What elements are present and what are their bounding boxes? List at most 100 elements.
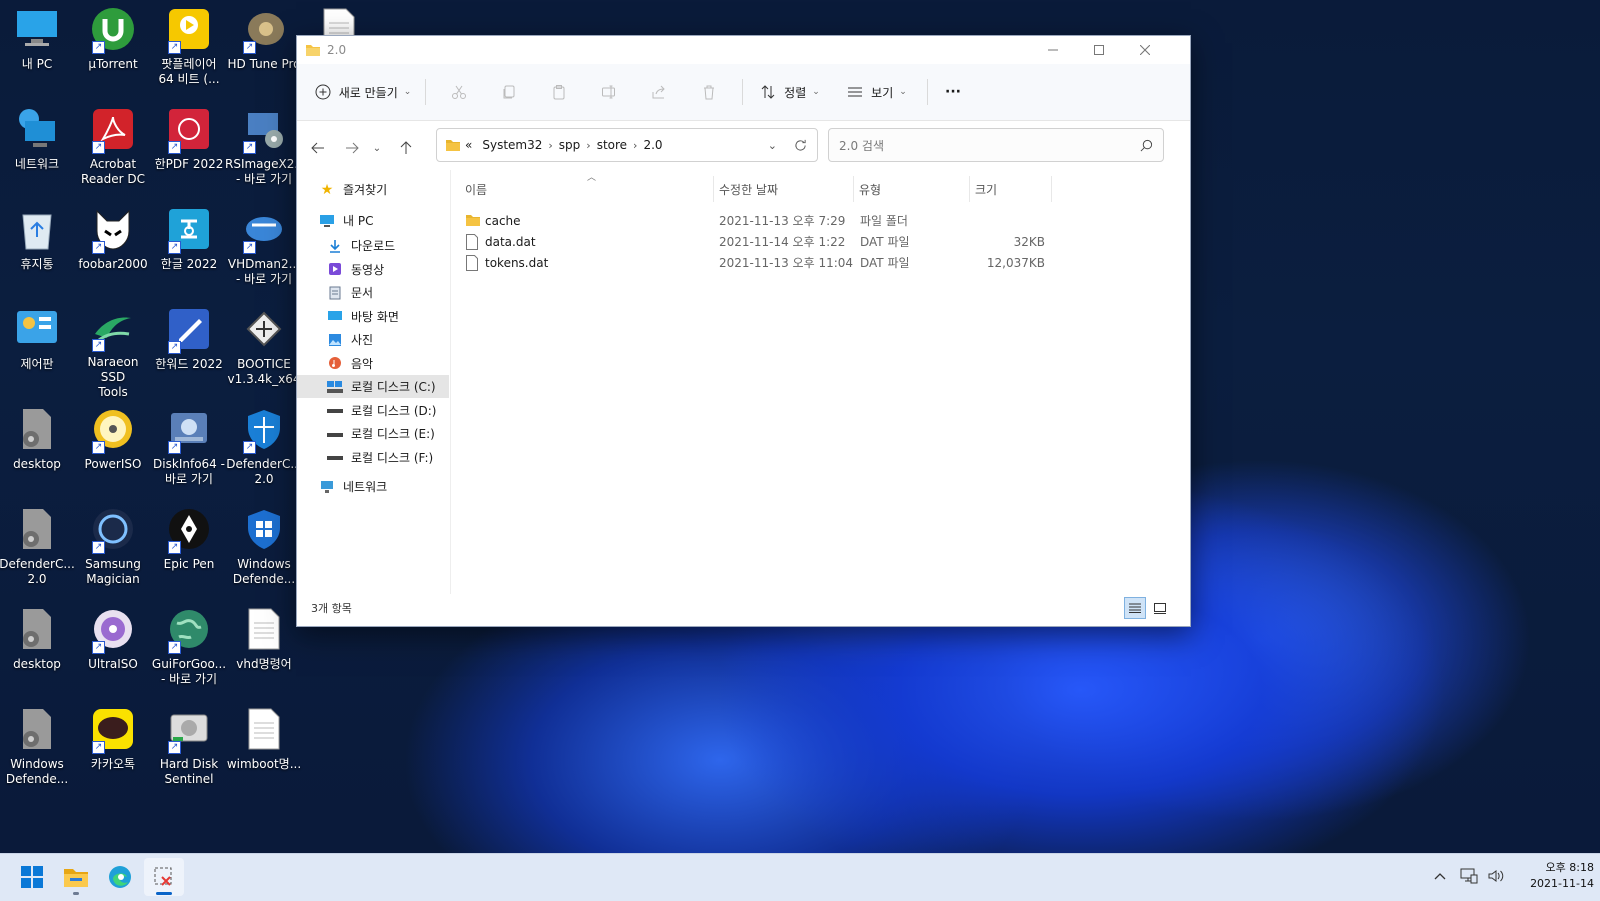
up-button[interactable] (391, 133, 421, 163)
ultraiso-icon: ↗ (90, 606, 136, 654)
start-button[interactable] (12, 858, 52, 896)
clock[interactable]: 오후 8:18 2021-11-14 (1514, 860, 1594, 892)
desktop-icon[interactable]: ↗ 한PDF 2022 (152, 100, 226, 196)
sidebar-item[interactable]: 다운로드 (297, 234, 449, 257)
desktop-icon[interactable]: ↗ µTorrent (76, 0, 150, 96)
desktop-icon[interactable]: ↗ Epic Pen (152, 500, 226, 596)
address-history-dropdown[interactable]: ⌄ (768, 139, 777, 152)
desktop-icon[interactable]: BOOTICE v1.3.4k_x64 (227, 300, 301, 396)
desktop-icon[interactable]: ↗ HD Tune Pro (227, 0, 301, 96)
desktop-icon[interactable]: 제어판 (0, 300, 74, 396)
desktop-icon[interactable]: 네트워크 (0, 100, 74, 196)
close-button[interactable] (1122, 36, 1168, 64)
taskbar-snipping-tool[interactable] (144, 858, 184, 896)
breadcrumb-item[interactable]: 2.0 (643, 138, 662, 152)
sidebar-item[interactable]: 음악 (297, 352, 449, 375)
desktop-icon-label: DiskInfo64 - 바로 가기 (153, 457, 225, 486)
address-bar[interactable]: « System32 › spp › store › 2.0 ⌄ (436, 128, 818, 162)
sidebar-item[interactable]: 로컬 디스크 (C:) (297, 375, 449, 398)
sidebar-item[interactable]: 로컬 디스크 (F:) (297, 446, 449, 469)
sidebar-item-label: 로컬 디스크 (D:) (351, 403, 437, 418)
desktop-icon[interactable]: ↗ 한글 2022 (152, 200, 226, 296)
sidebar-item-network[interactable]: 네트워크 (297, 475, 471, 498)
sidebar-item[interactable]: 문서 (297, 281, 449, 304)
search-input[interactable]: 2.0 검색 (839, 137, 884, 154)
sort-button[interactable]: 정렬 ⌄ (753, 76, 827, 108)
copy-button[interactable] (486, 76, 532, 108)
sidebar-item[interactable]: 로컬 디스크 (D:) (297, 399, 449, 422)
rename-button[interactable] (586, 76, 632, 108)
sidebar-item[interactable]: 동영상 (297, 258, 449, 281)
desktop-icon[interactable]: ↗ Acrobat Reader DC (76, 100, 150, 196)
breadcrumb-item[interactable]: store (597, 138, 627, 152)
paste-button[interactable] (536, 76, 582, 108)
recent-locations-button[interactable]: ⌄ (367, 133, 387, 163)
desktop-icon[interactable]: Windows Defende... (0, 700, 74, 796)
desktop-icon[interactable]: ↗ DefenderC... 2.0 (226, 400, 302, 496)
desktop-icon[interactable]: ↗ 팟플레이어 64 비트 (... (152, 0, 226, 96)
arrow-right-icon (346, 142, 359, 154)
desktop-icon[interactable]: ↗ Naraeon SSD Tools (76, 300, 150, 399)
maximize-button[interactable] (1076, 36, 1122, 64)
desktop-icon[interactable]: Windows Defende... (227, 500, 301, 596)
desktop-icon[interactable]: ↗ VHDman2... - 바로 가기 (227, 200, 301, 296)
scissors-icon (452, 85, 466, 99)
column-header-name[interactable]: 이름 ︿ (465, 173, 714, 202)
show-hidden-icons-button[interactable] (1432, 868, 1448, 884)
desktop-icon[interactable]: wimboot명... (227, 700, 301, 796)
details-view-button[interactable] (1124, 597, 1146, 619)
folder-icon (465, 213, 481, 230)
diskinfo-icon: ↗ (166, 406, 212, 454)
file-row[interactable]: tokens.dat 2021-11-13 오후 11:04 DAT 파일 12,03… (465, 252, 1045, 273)
desktop-icon-label: wimboot명... (226, 757, 302, 771)
desktop-icon[interactable]: vhd명령어 (227, 600, 301, 696)
desktop-icon[interactable]: ↗ 한워드 2022 (152, 300, 226, 396)
column-header-date[interactable]: 수정한 날짜 (719, 176, 854, 202)
sidebar-item-this-pc[interactable]: 내 PC (297, 209, 471, 232)
view-button[interactable]: 보기 ⌄ (837, 76, 917, 108)
desktop-icon[interactable]: ↗ DiskInfo64 - 바로 가기 (152, 400, 226, 496)
monitor-icon (14, 6, 60, 52)
taskbar-edge[interactable] (100, 858, 140, 896)
desktop-icon[interactable]: ↗ foobar2000 (76, 200, 150, 296)
desktop-icon[interactable]: 내 PC (0, 0, 74, 96)
title-bar[interactable]: 2.0 (297, 36, 1190, 64)
desktop-icon[interactable]: desktop (0, 600, 74, 696)
desktop-icon-label: desktop (13, 657, 61, 671)
network-status-button[interactable] (1460, 867, 1478, 888)
desktop-icon[interactable]: ↗ GuiForGoo... - 바로 가기 (152, 600, 226, 696)
desktop-icon[interactable]: ↗ RSImageX2... - 바로 가기 (225, 100, 306, 196)
more-options-button[interactable]: ··· (938, 76, 968, 108)
sidebar-item[interactable]: 사진 (297, 328, 449, 351)
sidebar-item-favorites[interactable]: ★ 즐겨찾기 (297, 178, 471, 201)
desktop-icon[interactable]: 휴지통 (0, 200, 74, 296)
desktop-icon[interactable]: ↗ Samsung Magician (76, 500, 150, 596)
desktop-icon[interactable]: desktop (0, 400, 74, 496)
desktop-icon[interactable]: ↗ PowerISO (76, 400, 150, 496)
delete-button[interactable] (686, 76, 732, 108)
new-button[interactable]: 새로 만들기 ⌄ (311, 76, 415, 108)
back-button[interactable] (303, 133, 333, 163)
breadcrumb-overflow[interactable]: « (465, 138, 472, 152)
breadcrumb-item[interactable]: System32 (482, 138, 542, 152)
search-box[interactable]: 2.0 검색 (828, 128, 1164, 162)
desktop-icon[interactable]: ↗ UltraISO (76, 600, 150, 696)
desktop-icon[interactable]: ↗ Hard Disk Sentinel (152, 700, 226, 796)
volume-button[interactable] (1487, 867, 1505, 888)
cut-button[interactable] (436, 76, 482, 108)
sidebar-item[interactable]: 로컬 디스크 (E:) (297, 422, 449, 445)
file-row[interactable]: data.dat 2021-11-14 오후 1:22 DAT 파일 32KB (465, 231, 1045, 252)
taskbar-file-explorer[interactable] (56, 858, 96, 896)
breadcrumb-item[interactable]: spp (559, 138, 581, 152)
share-button[interactable] (636, 76, 682, 108)
file-row[interactable]: cache 2021-11-13 오후 7:29 파일 폴더 (465, 210, 1045, 231)
desktop-icon[interactable]: ↗ 카카오톡 (76, 700, 150, 796)
column-header-type[interactable]: 유형 (859, 176, 970, 202)
tiles-view-button[interactable] (1150, 598, 1170, 618)
refresh-icon[interactable] (794, 139, 807, 152)
minimize-button[interactable] (1030, 36, 1076, 64)
forward-button[interactable] (337, 133, 367, 163)
sidebar-item[interactable]: 바탕 화면 (297, 305, 449, 328)
column-header-size[interactable]: 크기 (975, 176, 1052, 202)
desktop-icon[interactable]: DefenderC... 2.0 (0, 500, 75, 596)
